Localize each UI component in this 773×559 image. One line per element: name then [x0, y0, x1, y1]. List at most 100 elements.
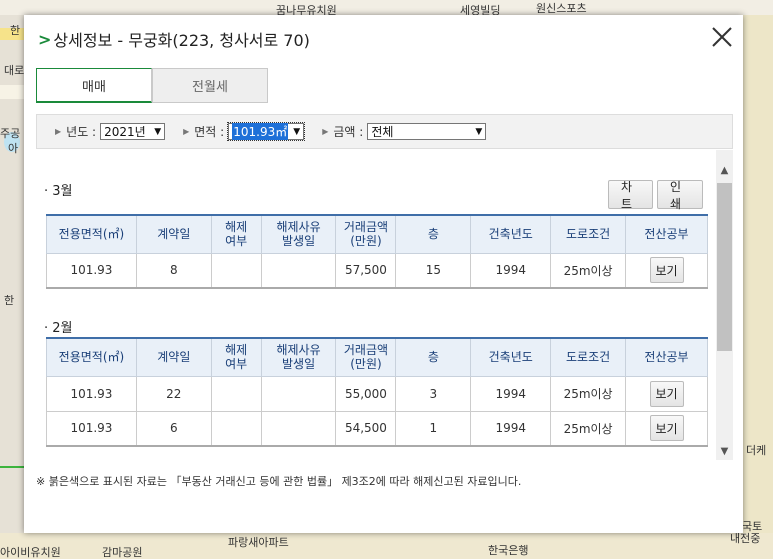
cell-cancel: [210, 375, 262, 412]
cell-ledger: 보기: [625, 410, 708, 447]
view-button[interactable]: 보기: [649, 415, 684, 442]
col-text: 전산공부: [644, 227, 689, 242]
cell-floor: 15: [395, 252, 472, 289]
chevron-down-icon: ▼: [475, 126, 483, 137]
col-built: 건축년도: [470, 214, 552, 254]
cell-ledger: 보기: [625, 252, 708, 289]
detail-dialog: > 상세정보 - 무궁화(223, 청사서로 70) 매매 전월세 ▶ 년도 :…: [24, 15, 743, 533]
col-text: 해제: [225, 343, 248, 358]
dialog-title-text: 상세정보 - 무궁화(223, 청사서로 70): [53, 31, 310, 50]
cell-price: 55,000: [335, 375, 397, 412]
map-label: 한국은행: [488, 544, 529, 557]
deal-table-march: 전용면적(㎡) 계약일 해제 여부 해제사유 발생일 거래금액 (만원) 층 건축년도…: [46, 214, 708, 289]
tab-bar: 매매 전월세: [36, 68, 268, 103]
col-text: 건축년도: [488, 227, 533, 242]
col-text: (만원): [350, 357, 382, 372]
scrollbar-thumb[interactable]: [717, 183, 732, 351]
table-row: 101.93 22 55,000 3 1994 25m이상 보기: [46, 375, 708, 412]
print-button[interactable]: 인쇄: [657, 180, 703, 211]
col-text: 층: [427, 350, 439, 365]
map-label: 원신스포츠: [536, 2, 587, 15]
col-text: 건축년도: [488, 350, 533, 365]
amount-select[interactable]: 전체 ▼: [367, 123, 487, 140]
chevron-right-icon: >: [38, 29, 52, 49]
map-label: 한: [10, 24, 21, 37]
col-text: 거래금액: [343, 343, 389, 358]
dialog-title: > 상세정보 - 무궁화(223, 청사서로 70): [38, 27, 310, 51]
close-button[interactable]: [709, 24, 735, 50]
chevron-down-icon: ▼: [293, 126, 301, 137]
section-title-march: · 3월: [44, 184, 73, 199]
deal-table-february: 전용면적(㎡) 계약일 해제 여부 해제사유 발생일 거래금액 (만원) 층 건축년도…: [46, 337, 708, 447]
tab-sale[interactable]: 매매: [36, 68, 152, 103]
cell-cancel: [210, 410, 262, 447]
map-label: 주공: [0, 127, 21, 140]
col-ledger: 전산공부: [625, 214, 708, 254]
col-floor: 층: [395, 214, 472, 254]
cell-cancel: [210, 252, 262, 289]
cell-area: 101.93: [46, 410, 137, 447]
col-built: 건축년도: [470, 337, 552, 377]
col-road: 도로조건: [550, 214, 627, 254]
col-text: 전용면적(㎡): [58, 350, 125, 365]
col-area: 전용면적(㎡): [46, 337, 137, 377]
amount-value: 전체: [371, 125, 394, 139]
cell-day: 6: [135, 410, 212, 447]
footnote: ※ 붉은색으로 표시된 자료는 「부동산 거래신고 등에 관한 법률」 제3조2…: [36, 475, 522, 488]
year-label: 년도 :: [66, 125, 97, 139]
vertical-scrollbar[interactable]: ▲ ▼: [716, 150, 733, 460]
cell-day: 8: [135, 252, 212, 289]
triangle-right-icon: ▶: [322, 127, 329, 136]
scroll-down-icon[interactable]: ▼: [716, 443, 733, 460]
cell-cancel-date: [260, 252, 337, 289]
col-text: (만원): [350, 234, 382, 249]
year-value: 2021년: [104, 125, 146, 139]
col-text: 발생일: [281, 234, 316, 249]
col-cancel-date: 해제사유 발생일: [260, 337, 337, 377]
col-text: 층: [427, 227, 439, 242]
cell-area: 101.93: [46, 375, 137, 412]
area-select[interactable]: 101.93㎡ ▼: [227, 122, 306, 141]
year-select[interactable]: 2021년 ▼: [100, 123, 166, 140]
col-area: 전용면적(㎡): [46, 214, 137, 254]
col-text: 계약일: [157, 227, 191, 242]
col-text: 전산공부: [644, 350, 689, 365]
cell-cancel-date: [260, 410, 337, 447]
area-label: 면적 :: [194, 125, 225, 139]
col-text: 여부: [225, 234, 248, 249]
cell-floor: 1: [395, 410, 472, 447]
col-ledger: 전산공부: [625, 337, 708, 377]
col-floor: 층: [395, 337, 472, 377]
map-label: 아: [8, 142, 19, 155]
chart-button[interactable]: 차트: [608, 180, 653, 211]
col-day: 계약일: [135, 214, 212, 254]
map-label: 대로: [4, 64, 25, 77]
cell-price: 54,500: [335, 410, 397, 447]
view-button[interactable]: 보기: [649, 380, 684, 407]
table-header-row: 전용면적(㎡) 계약일 해제 여부 해제사유 발생일 거래금액 (만원) 층 건축년도…: [46, 337, 708, 377]
cell-road: 25m이상: [550, 252, 627, 289]
map-label: 아이비유치원: [0, 546, 61, 559]
col-text: 거래금액: [343, 220, 389, 235]
close-icon: [712, 27, 732, 47]
col-day: 계약일: [135, 337, 212, 377]
map-label: 감마공원: [102, 546, 143, 559]
table-header-row: 전용면적(㎡) 계약일 해제 여부 해제사유 발생일 거래금액 (만원) 층 건축년도…: [46, 214, 708, 254]
scroll-up-icon[interactable]: ▲: [716, 162, 733, 179]
cell-road: 25m이상: [550, 410, 627, 447]
scroll-area: · 3월 차트 인쇄 전용면적(㎡) 계약일 해제 여부 해제사유 발생일 거래금액…: [36, 150, 716, 460]
map-label: 더케: [746, 444, 767, 457]
cell-built: 1994: [470, 375, 552, 412]
cell-area: 101.93: [46, 252, 137, 289]
transaction-list[interactable]: · 3월 차트 인쇄 전용면적(㎡) 계약일 해제 여부 해제사유 발생일 거래금액…: [36, 150, 733, 460]
view-button[interactable]: 보기: [649, 257, 684, 284]
area-filter: ▶ 면적 : 101.93㎡ ▼: [183, 122, 306, 141]
col-text: 계약일: [157, 350, 191, 365]
cell-road: 25m이상: [550, 375, 627, 412]
tab-rent[interactable]: 전월세: [152, 68, 268, 103]
amount-filter: ▶ 금액 : 전체 ▼: [322, 123, 487, 140]
cell-floor: 3: [395, 375, 472, 412]
col-text: 해제사유: [276, 343, 321, 358]
cell-ledger: 보기: [625, 375, 708, 412]
map-label: 파랑새아파트: [228, 536, 289, 549]
